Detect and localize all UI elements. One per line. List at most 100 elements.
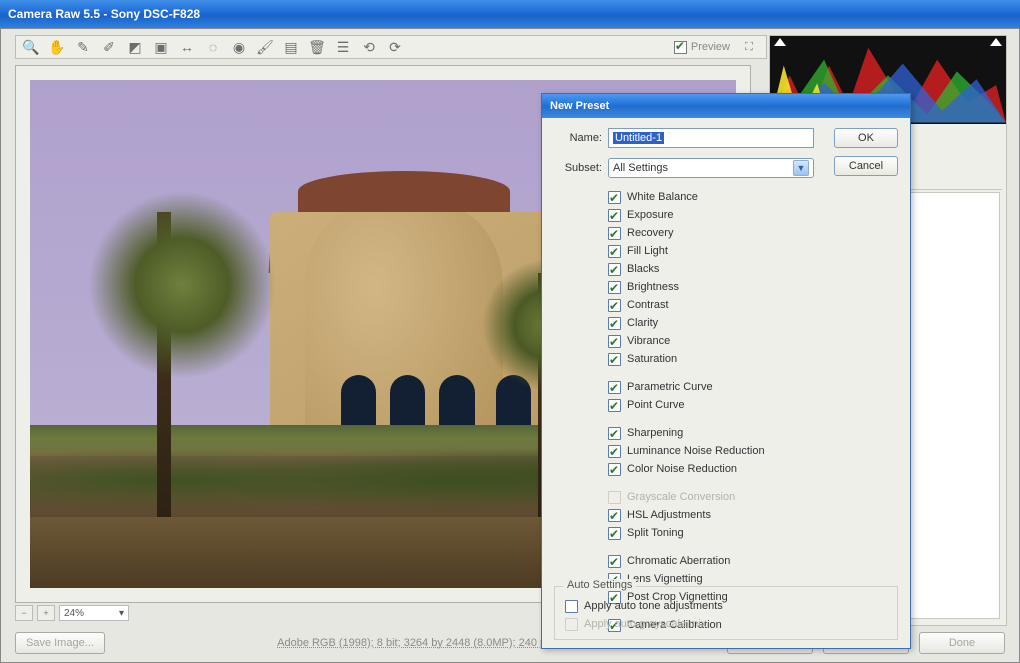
- new-preset-dialog: New Preset OK Cancel Name: Untitled-1 Su…: [541, 93, 911, 649]
- preview-checkbox[interactable]: [674, 41, 687, 54]
- color-sampler-icon[interactable]: ◩: [126, 38, 144, 56]
- setting-row[interactable]: Vibrance: [608, 332, 898, 350]
- rotate-cw-icon[interactable]: ⟳: [386, 38, 404, 56]
- setting-checkbox[interactable]: [608, 209, 621, 222]
- setting-label: Exposure: [627, 206, 673, 224]
- setting-checkbox[interactable]: [608, 263, 621, 276]
- setting-row[interactable]: HSL Adjustments: [608, 506, 898, 524]
- subset-value: All Settings: [613, 162, 668, 174]
- workflow-link[interactable]: Adobe RGB (1998); 8 bit; 3264 by 2448 (8…: [277, 637, 555, 649]
- preferences-icon[interactable]: ☰: [334, 38, 352, 56]
- setting-checkbox[interactable]: [608, 353, 621, 366]
- setting-checkbox[interactable]: [608, 463, 621, 476]
- auto-tone-checkbox[interactable]: [565, 600, 578, 613]
- setting-label: Recovery: [627, 224, 673, 242]
- setting-checkbox[interactable]: [608, 527, 621, 540]
- setting-row[interactable]: Exposure: [608, 206, 898, 224]
- auto-grayscale-label: Apply auto grayscale mix: [584, 615, 706, 633]
- setting-label: Fill Light: [627, 242, 668, 260]
- setting-label: Point Curve: [627, 396, 684, 414]
- adjustment-brush-icon[interactable]: 🖌: [256, 38, 274, 56]
- setting-checkbox[interactable]: [608, 317, 621, 330]
- setting-row[interactable]: Sharpening: [608, 424, 898, 442]
- eyedropper2-icon[interactable]: ✐: [100, 38, 118, 56]
- subset-dropdown[interactable]: All Settings ▼: [608, 158, 814, 178]
- auto-grayscale-checkbox: [565, 618, 578, 631]
- zoom-icon[interactable]: 🔍: [22, 38, 40, 56]
- zoom-out-button[interactable]: −: [15, 605, 33, 621]
- chevron-down-icon: ▾: [119, 608, 124, 619]
- rotate-ccw-icon[interactable]: ⟲: [360, 38, 378, 56]
- setting-checkbox[interactable]: [608, 191, 621, 204]
- setting-row[interactable]: Luminance Noise Reduction: [608, 442, 898, 460]
- setting-row: Grayscale Conversion: [608, 488, 898, 506]
- redeye-icon[interactable]: ◉: [230, 38, 248, 56]
- graduated-filter-icon[interactable]: ▤: [282, 38, 300, 56]
- setting-label: Brightness: [627, 278, 679, 296]
- crop-icon[interactable]: ▣: [152, 38, 170, 56]
- setting-checkbox[interactable]: [608, 555, 621, 568]
- setting-row[interactable]: Contrast: [608, 296, 898, 314]
- auto-tone-row[interactable]: Apply auto tone adjustments: [565, 597, 887, 615]
- setting-row[interactable]: Split Toning: [608, 524, 898, 542]
- setting-row[interactable]: Brightness: [608, 278, 898, 296]
- setting-checkbox[interactable]: [608, 281, 621, 294]
- straighten-icon[interactable]: ↔: [178, 38, 196, 56]
- preset-name-input[interactable]: Untitled-1: [608, 128, 814, 148]
- setting-label: Blacks: [627, 260, 659, 278]
- setting-row[interactable]: Color Noise Reduction: [608, 460, 898, 478]
- setting-row[interactable]: Fill Light: [608, 242, 898, 260]
- setting-checkbox[interactable]: [608, 445, 621, 458]
- setting-checkbox[interactable]: [608, 245, 621, 258]
- setting-checkbox[interactable]: [608, 299, 621, 312]
- setting-checkbox[interactable]: [608, 509, 621, 522]
- zoom-value: 24%: [64, 608, 84, 619]
- ok-button[interactable]: OK: [834, 128, 898, 148]
- setting-row[interactable]: Clarity: [608, 314, 898, 332]
- done-button[interactable]: Done: [919, 632, 1005, 654]
- zoom-strip: − + 24% ▾: [15, 604, 235, 622]
- spot-removal-icon[interactable]: ◌: [204, 38, 222, 56]
- main-area: 🔍 ✋ ✎ ✐ ◩ ▣ ↔ ◌ ◉ 🖌 ▤ 🗑 ☰ ⟲ ⟳ Preview ⛶: [0, 28, 1020, 663]
- preview-toggle[interactable]: Preview: [674, 41, 730, 54]
- setting-label: Color Noise Reduction: [627, 460, 737, 478]
- setting-label: Contrast: [627, 296, 669, 314]
- setting-checkbox: [608, 491, 621, 504]
- setting-row[interactable]: Saturation: [608, 350, 898, 368]
- setting-row[interactable]: Parametric Curve: [608, 378, 898, 396]
- name-label: Name:: [554, 132, 602, 144]
- setting-checkbox[interactable]: [608, 227, 621, 240]
- setting-row[interactable]: Chromatic Aberration: [608, 552, 898, 570]
- setting-checkbox[interactable]: [608, 335, 621, 348]
- eyedropper-icon[interactable]: ✎: [74, 38, 92, 56]
- trash-icon[interactable]: 🗑: [308, 38, 326, 56]
- setting-label: HSL Adjustments: [627, 506, 711, 524]
- preset-name-value: Untitled-1: [613, 132, 664, 144]
- setting-checkbox[interactable]: [608, 427, 621, 440]
- setting-row[interactable]: Point Curve: [608, 396, 898, 414]
- tool-toolbar: 🔍 ✋ ✎ ✐ ◩ ▣ ↔ ◌ ◉ 🖌 ▤ 🗑 ☰ ⟲ ⟳ Preview ⛶: [15, 35, 767, 59]
- dialog-title: New Preset: [550, 100, 609, 112]
- setting-label: Chromatic Aberration: [627, 552, 730, 570]
- chevron-down-icon: ▼: [793, 160, 809, 176]
- dialog-titlebar[interactable]: New Preset: [542, 94, 910, 118]
- auto-grayscale-row: Apply auto grayscale mix: [565, 615, 887, 633]
- setting-checkbox[interactable]: [608, 381, 621, 394]
- preview-label: Preview: [691, 41, 730, 53]
- setting-label: Vibrance: [627, 332, 670, 350]
- zoom-in-button[interactable]: +: [37, 605, 55, 621]
- window-title: Camera Raw 5.5 - Sony DSC-F828: [8, 7, 200, 21]
- save-image-button[interactable]: Save Image...: [15, 632, 105, 654]
- setting-row[interactable]: White Balance: [608, 188, 898, 206]
- setting-label: Grayscale Conversion: [627, 488, 735, 506]
- fullscreen-icon[interactable]: ⛶: [740, 38, 758, 56]
- setting-row[interactable]: Blacks: [608, 260, 898, 278]
- setting-checkbox[interactable]: [608, 399, 621, 412]
- setting-label: Parametric Curve: [627, 378, 713, 396]
- setting-label: Luminance Noise Reduction: [627, 442, 765, 460]
- zoom-dropdown[interactable]: 24% ▾: [59, 605, 129, 621]
- setting-label: White Balance: [627, 188, 698, 206]
- dialog-cancel-button[interactable]: Cancel: [834, 156, 898, 176]
- setting-row[interactable]: Recovery: [608, 224, 898, 242]
- hand-icon[interactable]: ✋: [48, 38, 66, 56]
